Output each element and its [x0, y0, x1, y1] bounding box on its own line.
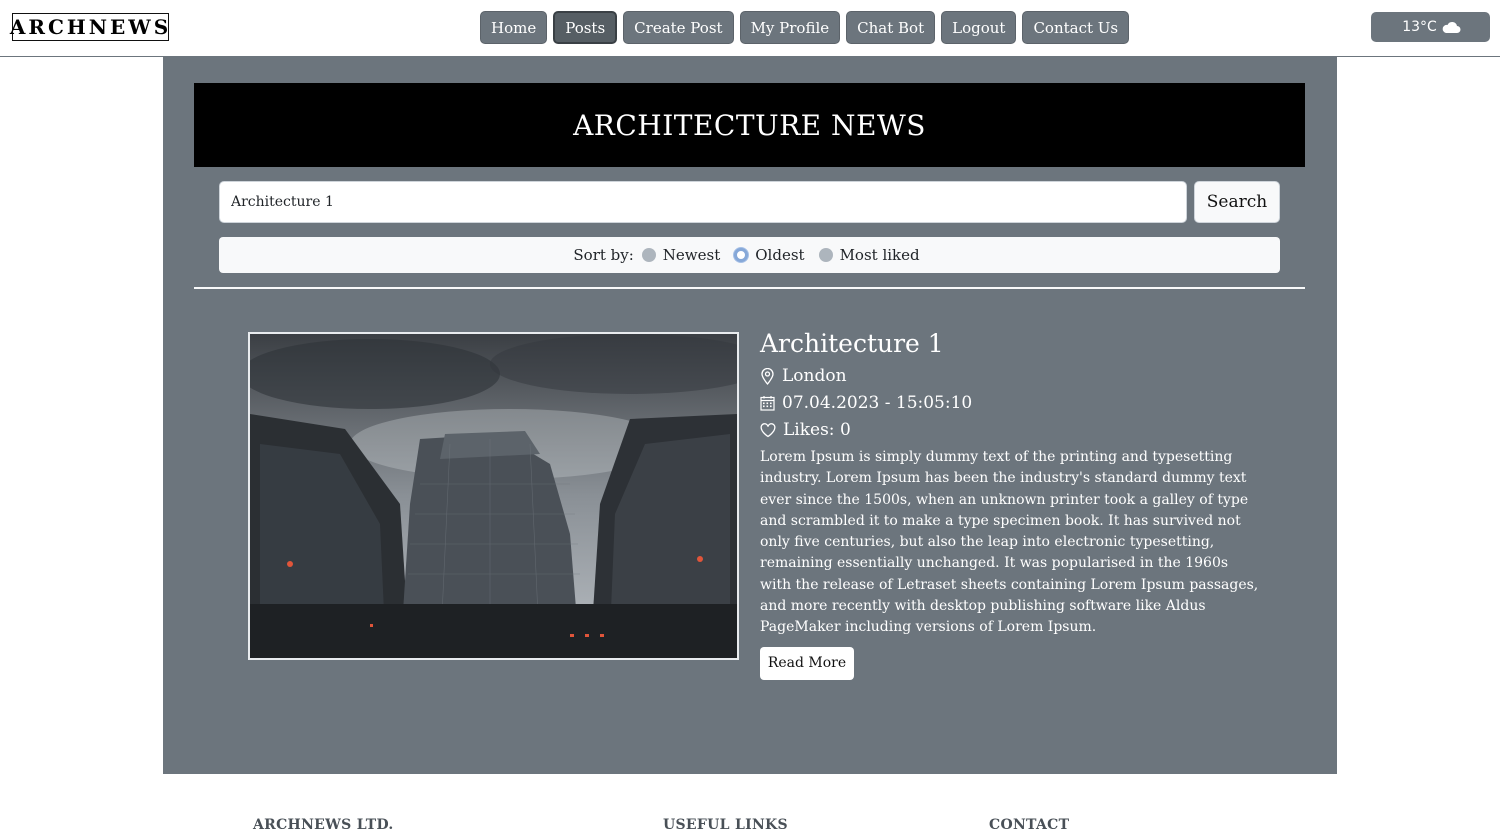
weather-widget: 13°C — [1371, 12, 1490, 42]
post-location: London — [760, 366, 1260, 386]
post-likes: Likes: 0 — [760, 420, 1260, 440]
nav-posts-button[interactable]: Posts — [553, 11, 618, 44]
nav-home-button[interactable]: Home — [480, 11, 548, 44]
post-date: 07.04.2023 - 15:05:10 — [760, 393, 1260, 413]
footer-company-heading: ARCHNEWS LTD. — [253, 817, 394, 831]
footer-contact-heading: CONTACT — [989, 817, 1070, 831]
page-banner-title: ARCHITECTURE NEWS — [194, 83, 1305, 167]
radio-button[interactable] — [641, 248, 656, 262]
sort-option-oldest[interactable]: Oldest — [734, 246, 805, 264]
sort-bar: Sort by: Newest Oldest Most liked — [219, 237, 1280, 273]
navbar: ARCHNEWS Home Posts Create Post My Profi… — [0, 0, 1500, 57]
nav-create-post-button[interactable]: Create Post — [623, 11, 734, 44]
weather-temperature: 13°C — [1402, 19, 1437, 35]
post-image — [248, 332, 739, 660]
sort-option-most-liked[interactable]: Most liked — [818, 246, 920, 264]
read-more-button[interactable]: Read More — [760, 646, 854, 680]
nav-my-profile-button[interactable]: My Profile — [739, 11, 841, 44]
main-nav: Home Posts Create Post My Profile Chat B… — [480, 11, 1130, 44]
footer-links-heading: USEFUL LINKS — [663, 817, 788, 831]
post-excerpt: Lorem Ipsum is simply dummy text of the … — [760, 449, 1259, 636]
date-text: 07.04.2023 - 15:05:10 — [782, 393, 973, 413]
sort-option-newest[interactable]: Newest — [641, 246, 721, 264]
cloud-icon — [1441, 21, 1461, 33]
location-pin-icon — [760, 367, 775, 385]
post-content: Architecture 1 London 07.04.2023 - 15:05… — [760, 329, 1260, 680]
sort-option-label: Newest — [662, 246, 721, 264]
nav-chat-bot-button[interactable]: Chat Bot — [846, 11, 936, 44]
nav-logout-button[interactable]: Logout — [941, 11, 1017, 44]
main-panel: ARCHITECTURE NEWS Search Sort by: Newest… — [163, 57, 1337, 774]
search-button[interactable]: Search — [1194, 181, 1280, 223]
divider — [194, 287, 1305, 289]
radio-button-checked[interactable] — [734, 248, 749, 262]
radio-button[interactable] — [818, 248, 833, 262]
sort-option-label: Most liked — [839, 246, 920, 264]
location-text: London — [782, 366, 847, 386]
likes-text: Likes: 0 — [783, 420, 851, 440]
heart-icon[interactable] — [760, 422, 776, 438]
calendar-icon — [760, 395, 775, 411]
sort-label: Sort by: — [573, 246, 634, 264]
nav-contact-us-button[interactable]: Contact Us — [1022, 11, 1130, 44]
site-logo[interactable]: ARCHNEWS — [10, 13, 169, 41]
post-title: Architecture 1 — [760, 329, 944, 358]
search-input[interactable] — [219, 181, 1187, 223]
sort-option-label: Oldest — [755, 246, 805, 264]
